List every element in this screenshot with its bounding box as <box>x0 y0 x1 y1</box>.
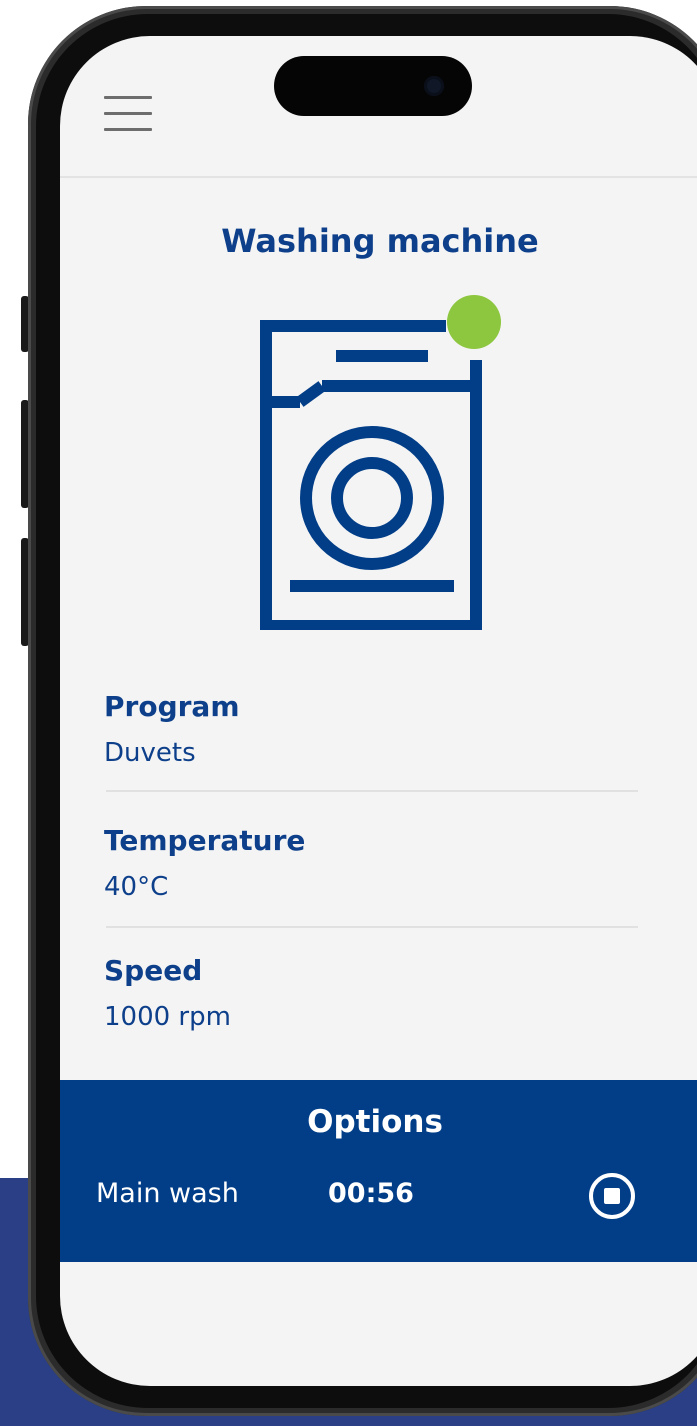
options-button[interactable]: Options <box>60 1104 690 1140</box>
washing-machine-icon <box>260 295 501 630</box>
stop-icon-square <box>604 1188 620 1204</box>
dynamic-island <box>274 56 472 116</box>
program-divider <box>106 790 638 792</box>
page-title: Washing machine <box>221 222 539 260</box>
time-remaining: 00:56 <box>328 1178 414 1209</box>
program-value[interactable]: Duvets <box>104 738 196 768</box>
speed-label: Speed <box>104 954 203 987</box>
temperature-value[interactable]: 40°C <box>104 872 168 902</box>
menu-icon-bar-middle <box>104 112 152 115</box>
temperature-label: Temperature <box>104 824 306 857</box>
app-screen: Washing machine Program Duvets Temperatu… <box>60 36 697 1386</box>
options-panel: Options Main wash 00:56 <box>60 1080 697 1262</box>
speed-value[interactable]: 1000 rpm <box>104 1002 231 1032</box>
program-label: Program <box>104 690 240 723</box>
wash-phase: Main wash <box>96 1178 239 1209</box>
menu-button[interactable] <box>104 96 152 132</box>
menu-icon-bar-bottom <box>104 128 152 131</box>
temperature-divider <box>106 926 638 928</box>
menu-icon-bar-top <box>104 96 152 99</box>
status-indicator <box>447 295 501 349</box>
front-camera <box>424 76 444 96</box>
stop-button[interactable] <box>586 1170 638 1222</box>
header-divider <box>60 176 697 178</box>
